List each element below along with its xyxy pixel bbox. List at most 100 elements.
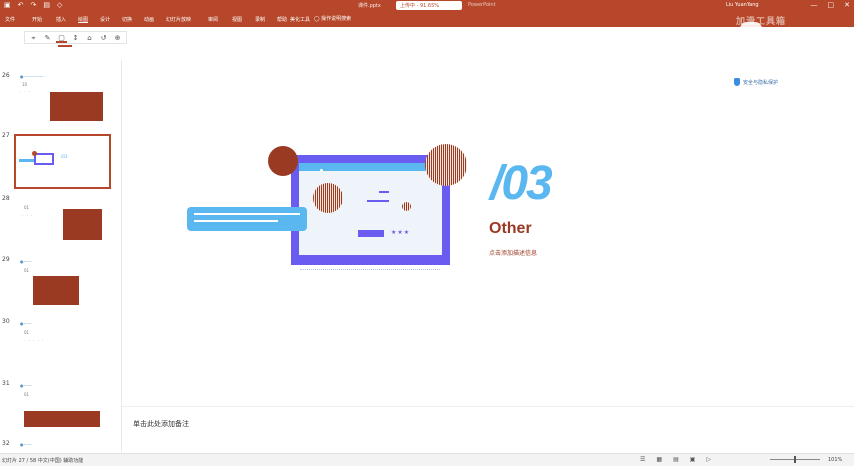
pen-icon[interactable]: ✎	[42, 33, 53, 43]
user-account[interactable]: Liu YuanYang	[726, 2, 759, 8]
thumb-frame	[34, 153, 54, 165]
ribbon-tabs: 文件 开始 插入 绘图 设计 切换 动画 幻灯片放映 审阅 视图 录制 帮助 美…	[0, 11, 854, 36]
tab-record[interactable]: 录制	[255, 16, 265, 23]
maximize-icon[interactable]: □	[828, 1, 835, 9]
content-bar	[379, 191, 389, 193]
undo-ink-icon[interactable]: ↺	[98, 33, 109, 43]
striped-circle-medium	[313, 183, 343, 213]
thumb-title-line: ●——	[20, 321, 32, 326]
zoom-level[interactable]: 101%	[828, 457, 842, 463]
eraser-icon[interactable]: ⌂	[84, 33, 95, 43]
red-circle	[268, 146, 298, 176]
thumb-title-line: ●——	[20, 442, 32, 447]
slide-number: 29	[2, 256, 10, 263]
slide-number: 30	[2, 318, 10, 325]
file-name: 课件.pptx	[358, 3, 381, 9]
slide-thumbnail[interactable]	[24, 411, 100, 427]
slide-info: 幻灯片 27 / 58 中文(中国) 辅助功能	[2, 458, 84, 464]
draw-toolbar: ⌖ ✎ ▢ ↕ ⌂ ↺ ⊕	[24, 31, 127, 44]
tab-slideshow[interactable]: 幻灯片放映	[166, 16, 191, 23]
redo-icon[interactable]: ↷	[31, 1, 37, 9]
pane-divider[interactable]	[121, 60, 122, 452]
slideshow-icon[interactable]: ▷	[706, 456, 711, 463]
tab-insert[interactable]: 插入	[56, 16, 66, 23]
slide-number: 32	[2, 440, 10, 447]
shape-icon[interactable]: ▢	[56, 33, 67, 43]
thumb-dots: · · ·	[20, 89, 32, 94]
section-number[interactable]: /03	[490, 160, 553, 208]
tab-transitions[interactable]: 切换	[122, 16, 132, 23]
tab-beautify[interactable]: 美化工具	[290, 16, 310, 23]
section-title[interactable]: Other	[489, 220, 532, 238]
thumb-circle	[32, 151, 37, 156]
slide-number: 31	[2, 380, 10, 387]
thumb-dots: · · · · ·	[24, 338, 45, 343]
app-name: PowerPoint	[468, 2, 496, 8]
tab-design[interactable]: 设计	[100, 16, 110, 23]
normal-view-icon[interactable]: ▦	[656, 456, 662, 463]
thumb-title-line: ●—————	[20, 74, 44, 79]
slide-number: 26	[2, 72, 10, 79]
thumb-subtext: 10	[22, 82, 28, 87]
thumb-title-line: ●——	[20, 259, 32, 264]
tab-help[interactable]: 帮助	[277, 16, 287, 23]
thumb-subtext: 01	[24, 392, 30, 397]
autosave-icon[interactable]: ▣	[4, 1, 11, 9]
window-controls: — □ ✕	[811, 1, 851, 9]
shield-icon	[734, 78, 740, 86]
title-bar: ▣ ↶ ↷ ▤ ◇ 课件.pptx 上传中 - 91.65% PowerPoin…	[0, 0, 854, 11]
notes-divider[interactable]	[122, 406, 854, 407]
customize-icon[interactable]: ◇	[57, 1, 62, 9]
notes-placeholder[interactable]: 单击此处添加备注	[133, 419, 189, 429]
thumb-dots: · · ·	[22, 213, 34, 218]
slide-thumbnail[interactable]	[63, 209, 102, 240]
tab-home[interactable]: 开始	[32, 16, 42, 23]
tab-review[interactable]: 审阅	[208, 16, 218, 23]
security-badge[interactable]: 安全与隐私保护	[734, 78, 778, 86]
present-icon[interactable]: ▤	[43, 1, 50, 9]
mock-button	[358, 230, 384, 237]
minimize-icon[interactable]: —	[811, 1, 818, 9]
sorter-view-icon[interactable]: ▤	[673, 456, 679, 463]
striped-circle-large	[425, 144, 467, 186]
add-pen-icon[interactable]: ⊕	[112, 33, 123, 43]
rating-stars: ★★★	[391, 229, 411, 236]
save-status[interactable]: 上传中 - 91.65%	[396, 1, 462, 10]
tell-me-search[interactable]: ◯ 操作说明搜索	[314, 15, 351, 22]
status-bar: 幻灯片 27 / 58 中文(中国) 辅助功能 ☰ ▦ ▤ ▣ ▷ 101%	[0, 453, 854, 466]
slide-thumbnail[interactable]	[33, 276, 79, 305]
speech-bubble	[187, 207, 307, 231]
section-description[interactable]: 点击添加描述信息	[489, 248, 537, 257]
bubble-line	[194, 213, 300, 215]
tab-view[interactable]: 视图	[232, 16, 242, 23]
header-dot	[320, 169, 323, 172]
quick-access-toolbar: ▣ ↶ ↷ ▤ ◇	[4, 1, 62, 9]
tab-animations[interactable]: 动画	[144, 16, 154, 23]
thumb-number: /03	[61, 154, 68, 159]
undo-icon[interactable]: ↶	[18, 1, 24, 9]
close-icon[interactable]: ✕	[844, 1, 850, 9]
security-label: 安全与隐私保护	[743, 79, 779, 86]
reading-view-icon[interactable]: ▣	[690, 456, 696, 463]
notes-icon[interactable]: ☰	[640, 456, 645, 463]
thumb-bubble	[19, 159, 35, 162]
thumb-subtext: 01	[24, 205, 30, 210]
striped-circle-small	[402, 202, 411, 211]
slide-number: 28	[2, 195, 10, 202]
thumb-title-line: ●——	[20, 383, 32, 388]
slide-number: 27	[2, 132, 10, 139]
pen-color-indicator	[58, 45, 72, 47]
content-bar	[367, 200, 389, 202]
highlighter-icon[interactable]: ↕	[70, 33, 81, 43]
view-buttons: ☰ ▦ ▤ ▣ ▷	[640, 456, 711, 463]
thumb-subtext: 01	[24, 268, 30, 273]
zoom-slider-thumb[interactable]	[794, 456, 796, 463]
thumb-subtext: 01	[24, 330, 30, 335]
slide-thumbnail-selected[interactable]: /03	[14, 134, 111, 189]
select-icon[interactable]: ⌖	[28, 33, 39, 43]
dotted-line	[300, 269, 440, 270]
tab-draw[interactable]: 绘图	[78, 16, 88, 23]
slide-thumbnail[interactable]	[50, 92, 103, 121]
tab-file[interactable]: 文件	[5, 16, 15, 23]
bubble-line	[194, 220, 278, 222]
